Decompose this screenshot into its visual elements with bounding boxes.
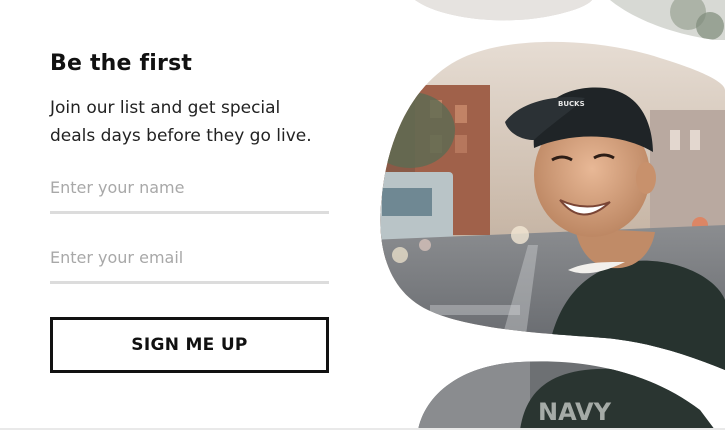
hero-photo-collage: BUCKS NAVY [380, 0, 725, 428]
portrait-photo: BUCKS [380, 41, 725, 370]
cap-logo-text: BUCKS [558, 100, 585, 108]
form-title: Be the first [50, 51, 193, 76]
name-input[interactable] [50, 178, 329, 214]
signup-popup: Be the first Join our list and get speci… [0, 0, 725, 430]
form-subtitle: Join our list and get special deals days… [50, 98, 312, 146]
top-right-photo-fragment [610, 0, 725, 40]
shirt-print-text: NAVY [538, 398, 612, 426]
sign-me-up-button[interactable]: SIGN ME UP [50, 317, 329, 373]
signup-form: Be the first Join our list and get speci… [50, 50, 330, 373]
email-input[interactable] [50, 248, 329, 284]
bottom-photo-fragment: NAVY [418, 361, 715, 428]
